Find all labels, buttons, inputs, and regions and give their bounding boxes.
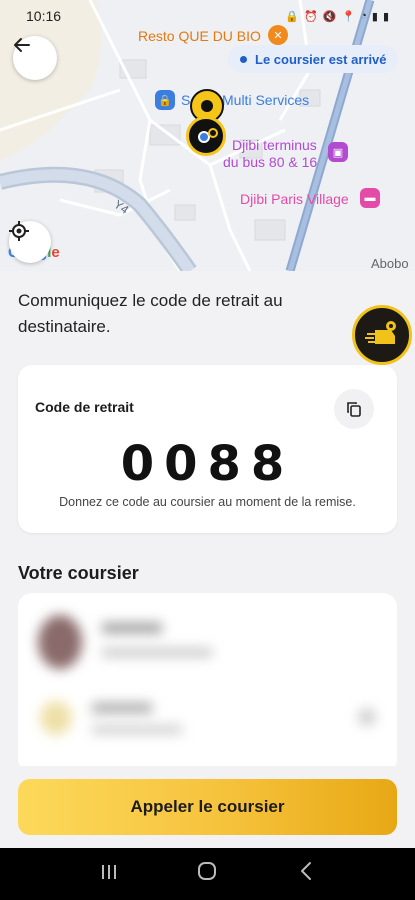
hotel-icon: ▬	[360, 188, 380, 208]
courier-name-placeholder	[102, 623, 162, 633]
home-icon	[198, 862, 217, 880]
pickup-code-title: Code de retrait	[35, 399, 134, 415]
pickup-code-value: 0088	[120, 436, 295, 492]
call-courier-button[interactable]: Appeler le coursier	[18, 779, 397, 835]
wifi-icon: ◔	[360, 10, 367, 22]
delivery-details-panel: Communiquez le code de retrait au destin…	[0, 271, 415, 773]
map-label-terminus: Djibi terminus du bus 80 & 16	[223, 137, 317, 171]
status-time: 10:16	[26, 8, 62, 24]
pickup-code-card: Code de retrait 0088 Donnez ce code au c…	[18, 365, 397, 533]
bus-icon: ▣	[328, 142, 348, 162]
system-back-button[interactable]	[286, 861, 326, 887]
courier-section-title: Votre coursier	[18, 563, 139, 583]
back-icon	[300, 862, 311, 880]
map-label-multi-services: Multi Services	[222, 92, 310, 108]
pickup-code-hint: Donnez ce code au coursier au moment de …	[59, 495, 356, 509]
status-dot	[240, 55, 247, 63]
copy-icon	[347, 402, 361, 417]
bottom-action-area: Appeler le coursier	[0, 766, 415, 848]
home-button[interactable]	[187, 860, 227, 888]
terminus-line-2: du bus 80 & 16	[223, 154, 318, 170]
battery-icon: ▮	[382, 10, 389, 23]
recents-button[interactable]	[89, 861, 129, 887]
recents-icon	[102, 865, 117, 879]
system-nav-bar	[0, 848, 415, 900]
map-view[interactable]: Resto QUE DU BIO ✕ Le coursier est arriv…	[0, 0, 415, 271]
courier-detail-placeholder	[102, 648, 212, 657]
mute-icon: 🔇	[322, 10, 337, 23]
courier-status-text: Le coursier est arrivé	[255, 51, 387, 67]
location-icon: 📍	[341, 10, 356, 23]
vehicle-detail-placeholder	[92, 725, 182, 734]
map-label-abobo: Abobo	[371, 256, 409, 271]
status-icons: 🔒 ⏰ 🔇 📍 ◔ ▮ ▮	[285, 10, 389, 23]
delivery-fab[interactable]	[352, 305, 412, 365]
courier-marker[interactable]	[186, 116, 226, 156]
terminus-line-1: Djibi terminus	[232, 137, 317, 153]
arrow-left-icon	[14, 38, 30, 52]
vehicle-name-placeholder	[92, 703, 152, 713]
chevron-icon	[358, 708, 376, 726]
alarm-icon: ⏰	[304, 10, 318, 23]
map-label-paris-village: Djibi Paris Village	[240, 191, 349, 207]
vehicle-icon	[40, 701, 72, 735]
back-button[interactable]	[13, 36, 57, 80]
courier-card	[18, 593, 397, 773]
map-label-s-prefix: S	[181, 92, 191, 108]
courier-status-pill: Le coursier est arrivé	[228, 45, 398, 73]
copy-code-button[interactable]	[334, 389, 374, 429]
status-bar: 10:16 🔒 ⏰ 🔇 📍 ◔ ▮ ▮	[0, 0, 415, 32]
locate-icon	[9, 221, 29, 241]
shop-icon: 🔒	[155, 90, 175, 110]
courier-avatar	[38, 615, 82, 669]
signal-icon: ▮	[371, 10, 378, 23]
delivery-icon	[365, 321, 396, 344]
lock-icon: 🔒	[285, 10, 300, 23]
recenter-button[interactable]	[9, 221, 51, 263]
instruction-text: Communiquez le code de retrait au destin…	[18, 291, 283, 336]
